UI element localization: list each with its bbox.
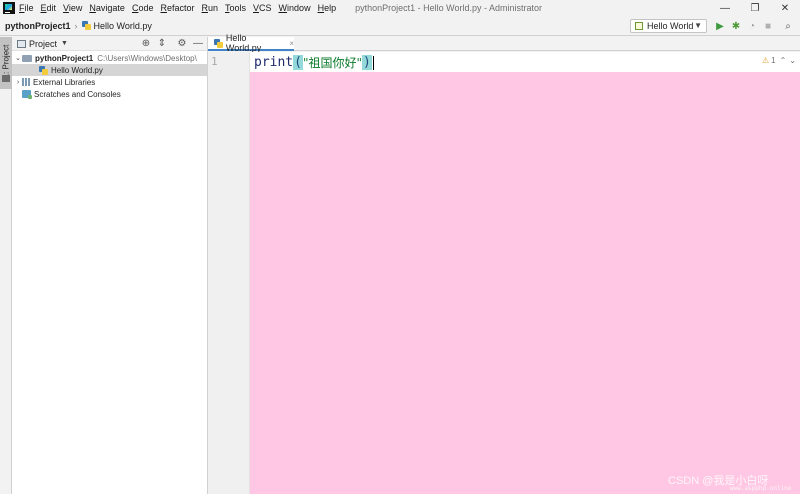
code-line[interactable]: print ( "祖国你好" ) bbox=[254, 54, 374, 71]
run-configuration-select[interactable]: Hello World ▼ bbox=[630, 19, 707, 33]
folder-icon bbox=[2, 75, 10, 82]
gear-icon[interactable]: ⚙ bbox=[176, 38, 188, 49]
tree-item-scratches[interactable]: Scratches and Consoles bbox=[12, 88, 207, 100]
chevron-down-icon[interactable]: ⌄ bbox=[789, 56, 796, 65]
chevron-right-icon[interactable]: › bbox=[14, 79, 22, 86]
locate-icon[interactable]: ⊕ bbox=[140, 38, 152, 49]
breadcrumb-file[interactable]: Hello World.py bbox=[81, 20, 152, 31]
search-icon[interactable]: ⌕ bbox=[782, 20, 794, 32]
project-view-icon bbox=[17, 39, 26, 48]
line-number: 1 bbox=[211, 55, 218, 68]
stop-icon[interactable]: ■ bbox=[762, 20, 774, 32]
project-panel-header: Project ▼ ⊕ ⇕ ⚙ — bbox=[12, 37, 207, 51]
breadcrumb-separator: › bbox=[74, 20, 78, 31]
title-bar: File Edit View Navigate Code Refactor Ru… bbox=[0, 0, 800, 16]
close-icon[interactable]: ✕ bbox=[770, 0, 800, 16]
python-file-icon bbox=[81, 21, 91, 30]
menu-window[interactable]: Window bbox=[279, 3, 311, 13]
chevron-up-icon[interactable]: ⌃ bbox=[780, 56, 787, 65]
external-libraries-label: External Libraries bbox=[33, 77, 96, 87]
code-open-paren: ( bbox=[293, 55, 303, 70]
scratches-label: Scratches and Consoles bbox=[34, 89, 121, 99]
menu-navigate[interactable]: Navigate bbox=[89, 3, 125, 13]
editor-tab-bar: Hello World.py × bbox=[208, 33, 800, 53]
chevron-down-icon[interactable]: ⌄ bbox=[14, 54, 22, 62]
run-config-icon bbox=[635, 22, 643, 30]
menu-bar: File Edit View Navigate Code Refactor Ru… bbox=[19, 3, 343, 13]
window-controls: — ❐ ✕ bbox=[710, 0, 800, 16]
minimize-icon[interactable]: — bbox=[710, 0, 740, 16]
project-tool-tab[interactable]: 1: Project bbox=[0, 37, 12, 89]
project-panel-title[interactable]: Project bbox=[29, 39, 57, 49]
project-root-name: pythonProject1 bbox=[35, 53, 94, 63]
tree-item-project-root[interactable]: ⌄ pythonProject1 C:\Users\Windows\Deskto… bbox=[12, 52, 207, 64]
run-config-label: Hello World bbox=[647, 21, 694, 31]
menu-vcs[interactable]: VCS bbox=[253, 3, 272, 13]
menu-refactor[interactable]: Refactor bbox=[160, 3, 194, 13]
tab-label: Hello World.py bbox=[225, 33, 262, 53]
menu-tools[interactable]: Tools bbox=[225, 3, 246, 13]
left-tool-stripe: 1: Project bbox=[0, 37, 12, 494]
editor-gutter: 1 bbox=[208, 52, 250, 494]
menu-edit[interactable]: Edit bbox=[41, 3, 57, 13]
play-icon[interactable]: ▶ bbox=[714, 20, 726, 32]
tree-file-label: Hello World.py bbox=[51, 65, 103, 75]
code-close-paren: ) bbox=[362, 55, 372, 70]
window-title: pythonProject1 - Hello World.py - Admini… bbox=[355, 3, 542, 13]
inspection-count: 1 bbox=[771, 56, 776, 65]
chevron-down-icon: ▼ bbox=[694, 21, 702, 30]
library-icon bbox=[22, 78, 30, 86]
chevron-down-icon[interactable]: ▼ bbox=[61, 40, 68, 47]
restore-icon[interactable]: ❐ bbox=[740, 0, 770, 16]
collapse-all-icon[interactable]: ⇕ bbox=[156, 38, 168, 49]
tree-item-external-libraries[interactable]: › External Libraries bbox=[12, 76, 207, 88]
python-file-icon bbox=[214, 38, 223, 48]
menu-code[interactable]: Code bbox=[132, 3, 154, 13]
code-keyword: print bbox=[254, 55, 294, 70]
menu-view[interactable]: View bbox=[63, 3, 82, 13]
tab-hello-world[interactable]: Hello World.py × bbox=[208, 33, 294, 53]
bug-icon[interactable]: ✱ bbox=[730, 20, 742, 32]
close-icon[interactable]: × bbox=[289, 39, 294, 48]
breadcrumb-file-label: Hello World.py bbox=[93, 20, 152, 31]
project-root-path: C:\Users\Windows\Desktop\ bbox=[97, 53, 197, 63]
menu-file[interactable]: File bbox=[19, 3, 34, 13]
project-panel: Project ▼ ⊕ ⇕ ⚙ — ⌄ pythonProject1 C:\Us… bbox=[12, 37, 208, 494]
menu-help[interactable]: Help bbox=[318, 3, 337, 13]
navigation-bar: pythonProject1 › Hello World.py Hello Wo… bbox=[0, 16, 800, 36]
inspection-widget[interactable]: ⚠ 1 ⌃ ⌄ bbox=[762, 56, 796, 65]
python-file-icon bbox=[39, 65, 48, 75]
project-tree: ⌄ pythonProject1 C:\Users\Windows\Deskto… bbox=[12, 52, 207, 100]
watermark-url: www.aspphp.online bbox=[730, 485, 792, 492]
scratches-icon bbox=[22, 90, 32, 99]
text-caret bbox=[372, 55, 374, 70]
menu-run[interactable]: Run bbox=[201, 3, 218, 13]
coverage-icon[interactable]: ◔ bbox=[746, 20, 758, 32]
hide-icon[interactable]: — bbox=[192, 38, 204, 49]
tree-item-hello-world[interactable]: Hello World.py bbox=[12, 64, 207, 76]
code-editor[interactable]: print ( "祖国你好" ) ⚠ 1 ⌃ ⌄ bbox=[250, 52, 800, 494]
folder-icon bbox=[22, 54, 32, 62]
code-string: "祖国你好" bbox=[302, 56, 363, 70]
pycharm-logo-icon bbox=[3, 2, 15, 14]
breadcrumb-project[interactable]: pythonProject1 bbox=[5, 21, 71, 31]
warning-icon: ⚠ bbox=[761, 56, 770, 65]
